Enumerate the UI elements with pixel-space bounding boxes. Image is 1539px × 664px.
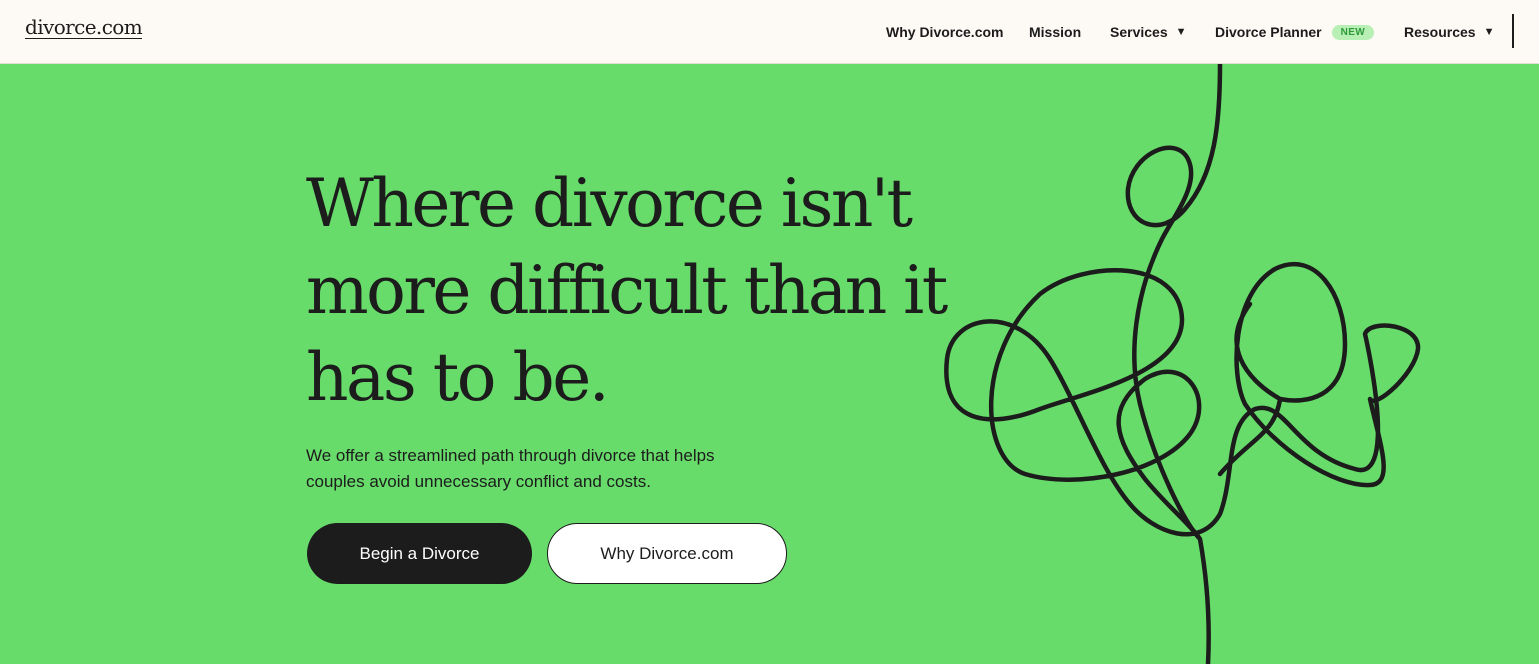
nav-divider (1512, 14, 1514, 48)
main-nav: Why Divorce.com Mission Services ▼ Divor… (0, 0, 1539, 64)
nav-services[interactable]: Services ▼ (1110, 22, 1187, 42)
nav-label: Divorce Planner (1215, 24, 1322, 40)
nav-label: Why Divorce.com (886, 24, 1004, 40)
nav-divorce-planner[interactable]: Divorce Planner NEW (1215, 22, 1375, 42)
begin-divorce-button[interactable]: Begin a Divorce (307, 523, 532, 584)
nav-label: Services (1110, 24, 1168, 40)
tangled-line-icon (944, 64, 1421, 664)
nav-resources[interactable]: Resources ▼ (1404, 22, 1494, 42)
caret-down-icon: ▼ (1483, 26, 1495, 38)
why-divorce-button[interactable]: Why Divorce.com (547, 523, 787, 584)
hero-subtitle: We offer a streamlined path through divo… (306, 446, 715, 491)
nav-mission[interactable]: Mission (1029, 22, 1081, 42)
site-header: divorce.com Why Divorce.com Mission Serv… (0, 0, 1539, 64)
nav-label: Resources (1404, 24, 1476, 40)
nav-label: Mission (1029, 24, 1082, 40)
caret-down-icon: ▼ (1175, 26, 1187, 38)
hero-title: Where divorce isn't more difficult than … (306, 165, 948, 416)
new-badge: NEW (1331, 24, 1375, 40)
nav-why-divorce[interactable]: Why Divorce.com (886, 22, 1003, 42)
